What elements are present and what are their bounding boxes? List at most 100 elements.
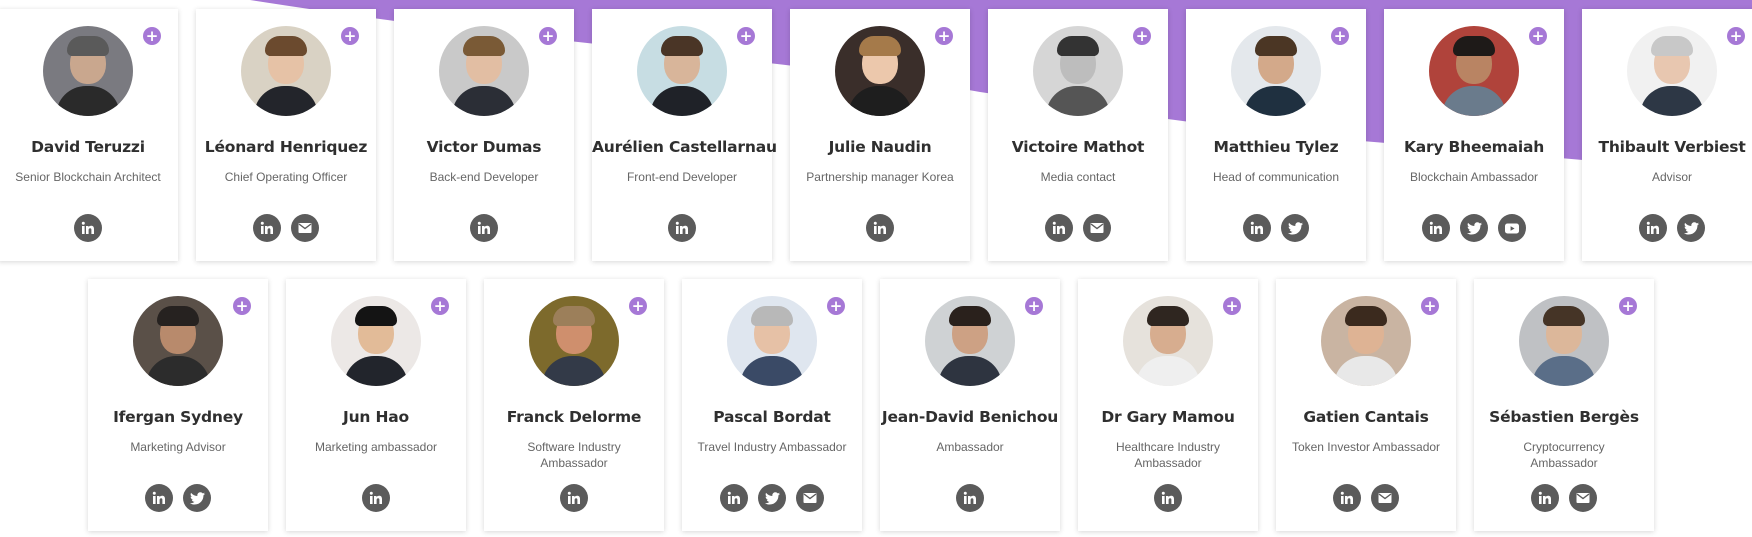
avatar [133, 296, 223, 386]
linkedin-link-button[interactable] [1639, 214, 1667, 242]
linkedin-link-button[interactable] [1154, 484, 1182, 512]
mail-link-button[interactable] [796, 484, 824, 512]
team-member-card: + Sébastien Bergès Cryptocurrency Ambass… [1474, 279, 1654, 531]
member-name: Thibault Verbiest [1598, 138, 1746, 156]
social-links [88, 484, 268, 512]
member-name: Victoire Mathot [1011, 138, 1145, 156]
team-section: + David Teruzzi Senior Blockchain Archit… [0, 0, 1752, 537]
linkedin-link-button[interactable] [668, 214, 696, 242]
expand-plus-icon[interactable]: + [143, 27, 161, 45]
social-links [1474, 484, 1654, 512]
linkedin-link-button[interactable] [253, 214, 281, 242]
avatar-shoulders [452, 86, 516, 116]
expand-plus-icon[interactable]: + [431, 297, 449, 315]
avatar-hair [1147, 306, 1189, 326]
member-role: Software Industry Ambassador [527, 440, 621, 470]
avatar-hair [1255, 36, 1297, 56]
avatar-hair [751, 306, 793, 326]
avatar-shoulders [1532, 356, 1596, 386]
member-role: Partnership manager Korea [806, 170, 954, 184]
social-links [1078, 484, 1258, 512]
twitter-icon [1466, 221, 1482, 235]
mail-link-button[interactable] [291, 214, 319, 242]
linkedin-icon [1538, 491, 1552, 505]
avatar [1429, 26, 1519, 116]
linkedin-icon [369, 491, 383, 505]
avatar-shoulders [1334, 356, 1398, 386]
linkedin-link-button[interactable] [1531, 484, 1559, 512]
expand-plus-icon[interactable]: + [539, 27, 557, 45]
member-name: Gatien Cantais [1303, 408, 1429, 426]
expand-plus-icon[interactable]: + [1331, 27, 1349, 45]
avatar-hair [463, 36, 505, 56]
expand-plus-icon[interactable]: + [827, 297, 845, 315]
linkedin-link-button[interactable] [866, 214, 894, 242]
team-member-card: + Matthieu Tylez Head of communication [1186, 9, 1366, 261]
expand-plus-icon[interactable]: + [233, 297, 251, 315]
linkedin-link-button[interactable] [1333, 484, 1361, 512]
avatar [835, 26, 925, 116]
team-member-card: + Victor Dumas Back-end Developer [394, 9, 574, 261]
member-role: Healthcare Industry Ambassador [1115, 440, 1221, 470]
expand-plus-icon[interactable]: + [737, 27, 755, 45]
twitter-link-button[interactable] [758, 484, 786, 512]
avatar-hair [265, 36, 307, 56]
linkedin-link-button[interactable] [74, 214, 102, 242]
member-name: Victor Dumas [426, 138, 542, 156]
twitter-link-button[interactable] [1460, 214, 1488, 242]
avatar-hair [355, 306, 397, 326]
member-role: Head of communication [1212, 170, 1340, 184]
team-member-card: + Gatien Cantais Token Investor Ambassad… [1276, 279, 1456, 531]
avatar-shoulders [146, 356, 210, 386]
twitter-icon [1683, 221, 1699, 235]
linkedin-link-button[interactable] [1243, 214, 1271, 242]
social-links [1276, 484, 1456, 512]
team-member-card: + Léonard Henriquez Chief Operating Offi… [196, 9, 376, 261]
social-links [1186, 214, 1366, 242]
linkedin-link-button[interactable] [1422, 214, 1450, 242]
avatar [1627, 26, 1717, 116]
avatar [1231, 26, 1321, 116]
avatar-shoulders [1136, 356, 1200, 386]
expand-plus-icon[interactable]: + [1133, 27, 1151, 45]
social-links [286, 484, 466, 512]
linkedin-link-button[interactable] [145, 484, 173, 512]
social-links [394, 214, 574, 242]
expand-plus-icon[interactable]: + [1421, 297, 1439, 315]
linkedin-icon [477, 221, 491, 235]
linkedin-link-button[interactable] [720, 484, 748, 512]
expand-plus-icon[interactable]: + [1727, 27, 1745, 45]
linkedin-link-button[interactable] [560, 484, 588, 512]
expand-plus-icon[interactable]: + [1025, 297, 1043, 315]
avatar-shoulders [1640, 86, 1704, 116]
avatar-shoulders [56, 86, 120, 116]
avatar-hair [1453, 36, 1495, 56]
linkedin-link-button[interactable] [956, 484, 984, 512]
linkedin-link-button[interactable] [1045, 214, 1073, 242]
avatar-shoulders [938, 356, 1002, 386]
linkedin-link-button[interactable] [470, 214, 498, 242]
mail-link-button[interactable] [1569, 484, 1597, 512]
member-name: Kary Bheemaiah [1403, 138, 1545, 156]
twitter-link-button[interactable] [1281, 214, 1309, 242]
avatar [1519, 296, 1609, 386]
expand-plus-icon[interactable]: + [935, 27, 953, 45]
expand-plus-icon[interactable]: + [1223, 297, 1241, 315]
twitter-link-button[interactable] [1677, 214, 1705, 242]
expand-plus-icon[interactable]: + [341, 27, 359, 45]
expand-plus-icon[interactable]: + [1529, 27, 1547, 45]
mail-link-button[interactable] [1083, 214, 1111, 242]
team-member-card: + Thibault Verbiest Advisor [1582, 9, 1752, 261]
avatar-shoulders [650, 86, 714, 116]
social-links [1384, 214, 1564, 242]
member-name: Ifergan Sydney [113, 408, 243, 426]
mail-link-button[interactable] [1371, 484, 1399, 512]
expand-plus-icon[interactable]: + [1619, 297, 1637, 315]
linkedin-icon [727, 491, 741, 505]
expand-plus-icon[interactable]: + [629, 297, 647, 315]
linkedin-link-button[interactable] [362, 484, 390, 512]
twitter-link-button[interactable] [183, 484, 211, 512]
member-role: Travel Industry Ambassador [697, 440, 847, 454]
youtube-link-button[interactable] [1498, 214, 1526, 242]
avatar-shoulders [542, 356, 606, 386]
